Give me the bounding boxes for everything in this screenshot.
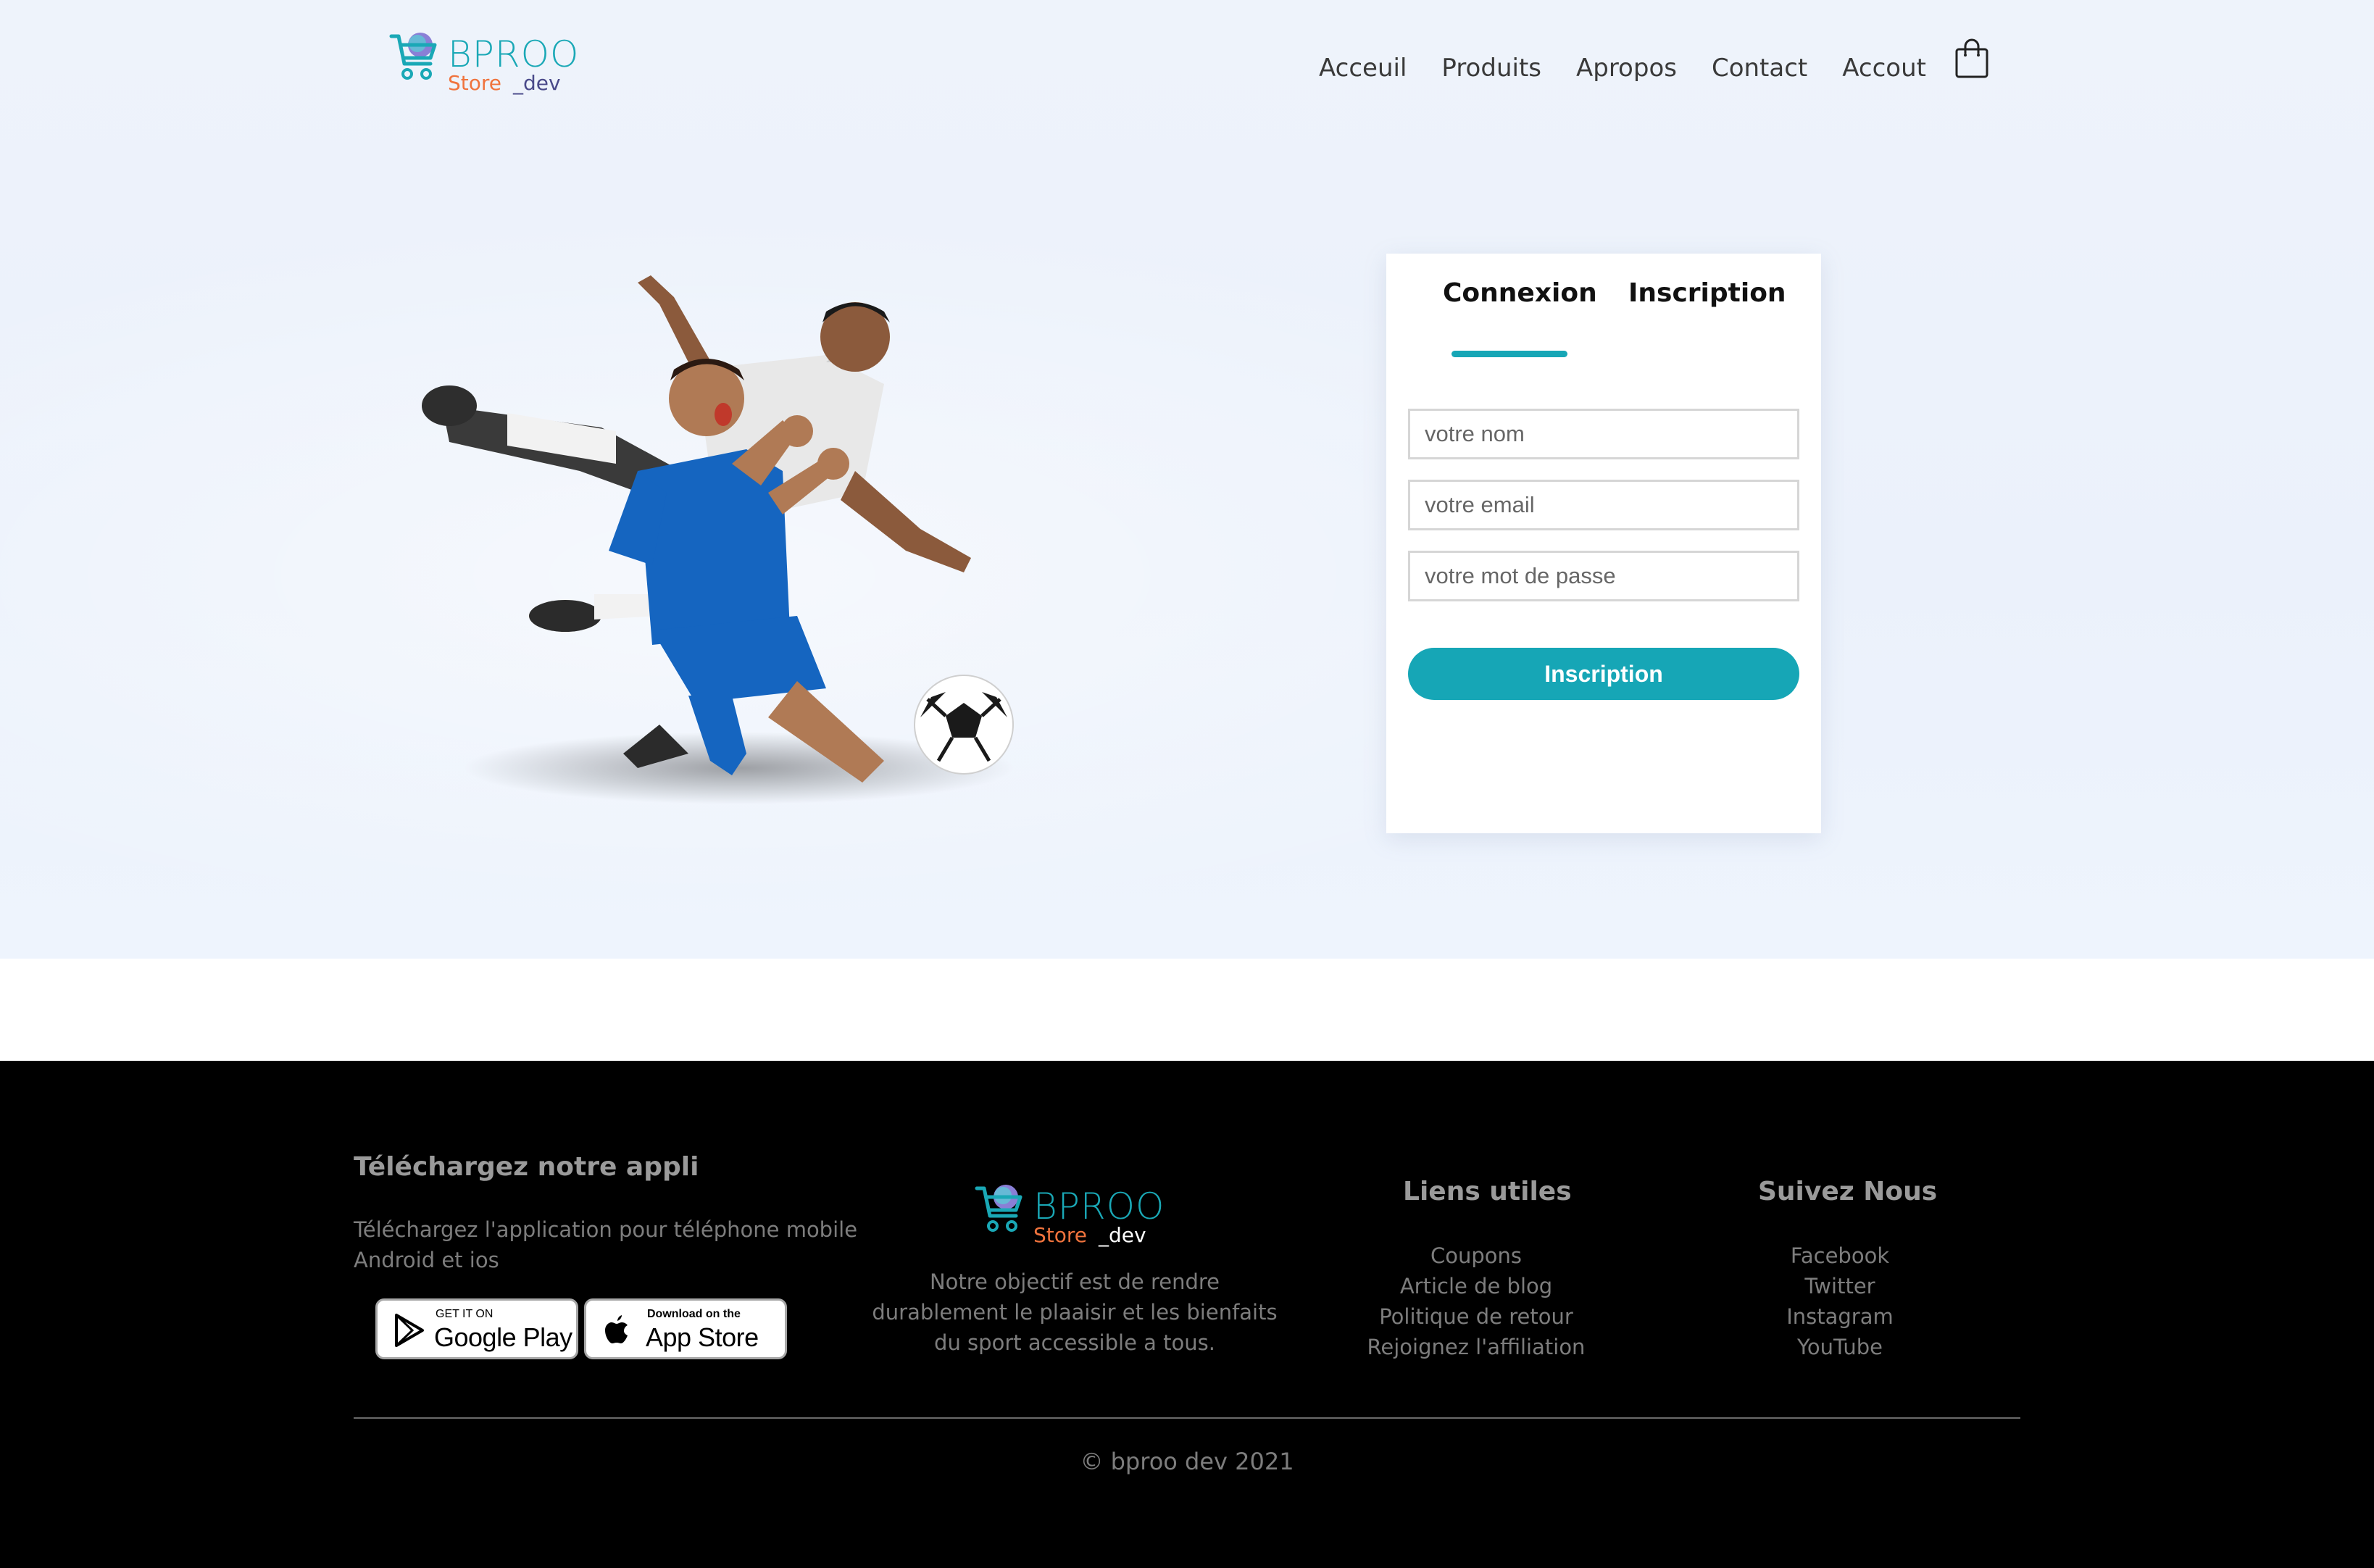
app-download-description: Téléchargez l'application pour téléphone…: [354, 1217, 858, 1272]
logo-store-text: Store: [1033, 1223, 1088, 1247]
footer-link-affiliation[interactable]: Rejoignez l'affiliation: [1349, 1332, 1603, 1362]
email-field[interactable]: [1408, 480, 1799, 530]
logo-store-text: Store: [448, 71, 502, 95]
nav-item-contact[interactable]: Contact: [1712, 54, 1807, 83]
name-field[interactable]: [1408, 409, 1799, 459]
password-field[interactable]: [1408, 551, 1799, 601]
app-store-small-text: Download on the: [647, 1308, 741, 1320]
shopping-bag-icon[interactable]: [1954, 38, 1990, 80]
footer-divider: [354, 1417, 2020, 1419]
site-logo[interactable]: BPROO Store _dev: [388, 26, 578, 99]
logo-dev-text: _dev: [1099, 1223, 1146, 1247]
hero-section: BPROO Store _dev Acceuil Produits Apropo…: [0, 0, 2374, 959]
google-play-button[interactable]: GET IT ON Google Play: [375, 1298, 578, 1359]
social-link-youtube[interactable]: YouTube: [1713, 1332, 1967, 1362]
nav-item-acceuil[interactable]: Acceuil: [1319, 54, 1407, 83]
social-link-twitter[interactable]: Twitter: [1713, 1271, 1967, 1301]
app-store-big-text: App Store: [646, 1322, 759, 1352]
app-store-button[interactable]: Download on the App Store: [584, 1298, 787, 1359]
social-link-instagram[interactable]: Instagram: [1713, 1301, 1967, 1332]
main-nav: Acceuil Produits Apropos Contact Accout: [1319, 54, 1926, 83]
useful-links-title: Liens utiles: [1403, 1177, 1572, 1206]
app-download-title: Téléchargez notre appli: [354, 1152, 699, 1182]
logo-brand-text: BPROO: [1033, 1185, 1165, 1227]
nav-item-apropos[interactable]: Apropos: [1576, 54, 1677, 83]
site-footer: Téléchargez notre appli Téléchargez l'ap…: [0, 1061, 2374, 1568]
follow-us-title: Suivez Nous: [1758, 1177, 1938, 1206]
google-play-icon: [395, 1314, 424, 1347]
footer-link-return-policy[interactable]: Politique de retour: [1349, 1301, 1603, 1332]
useful-links-list: Coupons Article de blog Politique de ret…: [1349, 1240, 1603, 1362]
apple-icon: [605, 1315, 628, 1343]
cart-logo-icon: [389, 33, 437, 80]
tab-inscription[interactable]: Inscription: [1628, 278, 1786, 308]
social-links-list: Facebook Twitter Instagram YouTube: [1713, 1240, 1967, 1362]
google-play-big-text: Google Play: [434, 1322, 572, 1352]
footer-link-blog[interactable]: Article de blog: [1349, 1271, 1603, 1301]
auth-card: Connexion Inscription Inscription: [1386, 254, 1821, 833]
logo-brand-text: BPROO: [448, 33, 580, 75]
nav-item-produits[interactable]: Produits: [1441, 54, 1541, 83]
nav-item-account[interactable]: Accout: [1842, 54, 1926, 83]
inscription-submit-button[interactable]: Inscription: [1408, 648, 1799, 700]
social-link-facebook[interactable]: Facebook: [1713, 1240, 1967, 1271]
football-players-image: [422, 275, 1015, 804]
mission-statement: Notre objectif est de rendre durablement…: [872, 1269, 1278, 1355]
tab-connexion[interactable]: Connexion: [1443, 278, 1597, 308]
auth-tabs: Connexion Inscription: [1386, 278, 1821, 357]
google-play-small-text: GET IT ON: [436, 1308, 493, 1320]
cart-logo-icon: [975, 1185, 1023, 1232]
active-tab-indicator: [1452, 351, 1567, 357]
footer-link-coupons[interactable]: Coupons: [1349, 1240, 1603, 1271]
copyright-text: © bproo dev 2021: [1080, 1448, 1294, 1475]
logo-dev-text: _dev: [513, 71, 561, 95]
footer-logo[interactable]: BPROO Store _dev: [974, 1178, 1164, 1251]
